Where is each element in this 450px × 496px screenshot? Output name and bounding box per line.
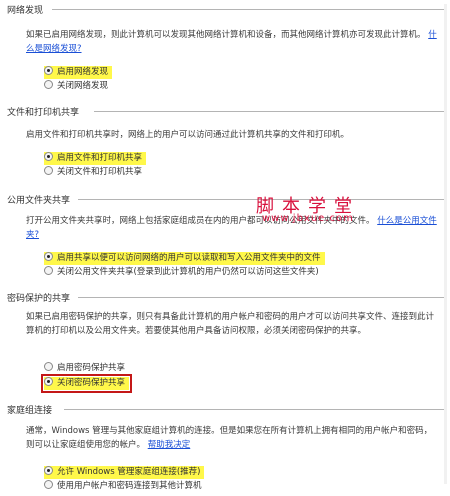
radio-selected-icon [44, 66, 53, 75]
section-title: 网络发现 [7, 6, 44, 16]
radio-selected-icon [44, 252, 53, 261]
option-label: 启用文件和打印机共享 [57, 153, 143, 163]
description-text: 通常，Windows 管理与其他家庭组计算机的连接。但是如果您在所有计算机上拥有… [26, 426, 433, 450]
section-divider [64, 409, 444, 410]
section-header: 家庭组连接 [0, 402, 450, 416]
description-text: 启用文件和打印机共享时，网络上的用户可以访问通过此计算机共享的文件和打印机。 [26, 130, 350, 140]
use-account-password-radio[interactable]: 使用用户帐户和密码连接到其他计算机 [44, 480, 206, 493]
disable-file-printer-sharing-radio[interactable]: 关闭文件和打印机共享 [44, 166, 146, 179]
section-header: 密码保护的共享 [0, 290, 450, 304]
description-text: 如果已启用密码保护的共享，则只有具备此计算机的用户帐户和密码的用户才可以访问共享… [26, 312, 435, 336]
section-description: 如果已启用密码保护的共享，则只有具备此计算机的用户帐户和密码的用户才可以访问共享… [26, 310, 438, 338]
section-divider [78, 297, 444, 298]
enable-public-folder-sharing-radio[interactable]: 启用共享以便可以访问网络的用户可以读取和写入公用文件夹中的文件 [44, 252, 325, 265]
option-label: 使用用户帐户和密码连接到其他计算机 [57, 481, 202, 491]
radio-selected-icon [44, 466, 53, 475]
help-me-decide-link[interactable]: 帮助我决定 [148, 440, 191, 450]
disable-password-sharing-radio[interactable]: 关闭密码保护共享 [40, 374, 133, 393]
option-label: 关闭密码保护共享 [57, 378, 126, 388]
description-text: 如果已启用网络发现，则此计算机可以发现其他网络计算机和设备，而其他网络计算机亦可… [26, 30, 426, 40]
option-label: 关闭公用文件夹共享(登录到此计算机的用户仍然可以访问这些文件夹) [57, 267, 319, 277]
section-title: 家庭组连接 [7, 406, 53, 416]
enable-network-discovery-radio[interactable]: 启用网络发现 [44, 66, 113, 79]
section-divider [94, 111, 444, 112]
option-label: 允许 Windows 管理家庭组连接(推荐) [57, 467, 201, 477]
section-description: 启用文件和打印机共享时，网络上的用户可以访问通过此计算机共享的文件和打印机。 [26, 128, 438, 142]
radio-unselected-icon [44, 266, 53, 275]
radio-selected-icon [44, 152, 53, 161]
radio-unselected-icon [44, 362, 53, 371]
section-divider [52, 9, 444, 10]
radio-unselected-icon [44, 166, 53, 175]
section-header: 网络发现 [0, 2, 450, 16]
watermark-url: www.jbxue.com [262, 213, 354, 224]
radio-unselected-icon [44, 480, 53, 489]
option-label: 启用共享以便可以访问网络的用户可以读取和写入公用文件夹中的文件 [57, 253, 321, 263]
section-description: 如果已启用网络发现，则此计算机可以发现其他网络计算机和设备，而其他网络计算机亦可… [26, 28, 438, 56]
section-description: 打开公用文件夹共享时，网络上包括家庭组成员在内的用户都可以访问公用文件夹中的文件… [26, 214, 438, 242]
option-label: 启用网络发现 [57, 67, 109, 77]
section-header: 文件和打印机共享 [0, 104, 450, 118]
radio-selected-icon [44, 377, 53, 386]
section-title: 公用文件夹共享 [7, 196, 71, 206]
option-label: 关闭网络发现 [57, 81, 109, 91]
radio-unselected-icon [44, 80, 53, 89]
section-title: 文件和打印机共享 [7, 108, 80, 118]
enable-file-printer-sharing-radio[interactable]: 启用文件和打印机共享 [44, 152, 147, 165]
disable-network-discovery-radio[interactable]: 关闭网络发现 [44, 80, 112, 93]
option-label: 启用密码保护共享 [57, 363, 126, 373]
enable-password-sharing-radio[interactable]: 启用密码保护共享 [44, 362, 129, 375]
section-header: 公用文件夹共享 [0, 192, 450, 206]
disable-public-folder-sharing-radio[interactable]: 关闭公用文件夹共享(登录到此计算机的用户仍然可以访问这些文件夹) [44, 266, 323, 279]
section-title: 密码保护的共享 [7, 294, 71, 304]
allow-windows-manage-homegroup-radio[interactable]: 允许 Windows 管理家庭组连接(推荐) [44, 466, 205, 479]
option-label: 关闭文件和打印机共享 [57, 167, 143, 177]
section-description: 通常，Windows 管理与其他家庭组计算机的连接。但是如果您在所有计算机上拥有… [26, 424, 438, 452]
